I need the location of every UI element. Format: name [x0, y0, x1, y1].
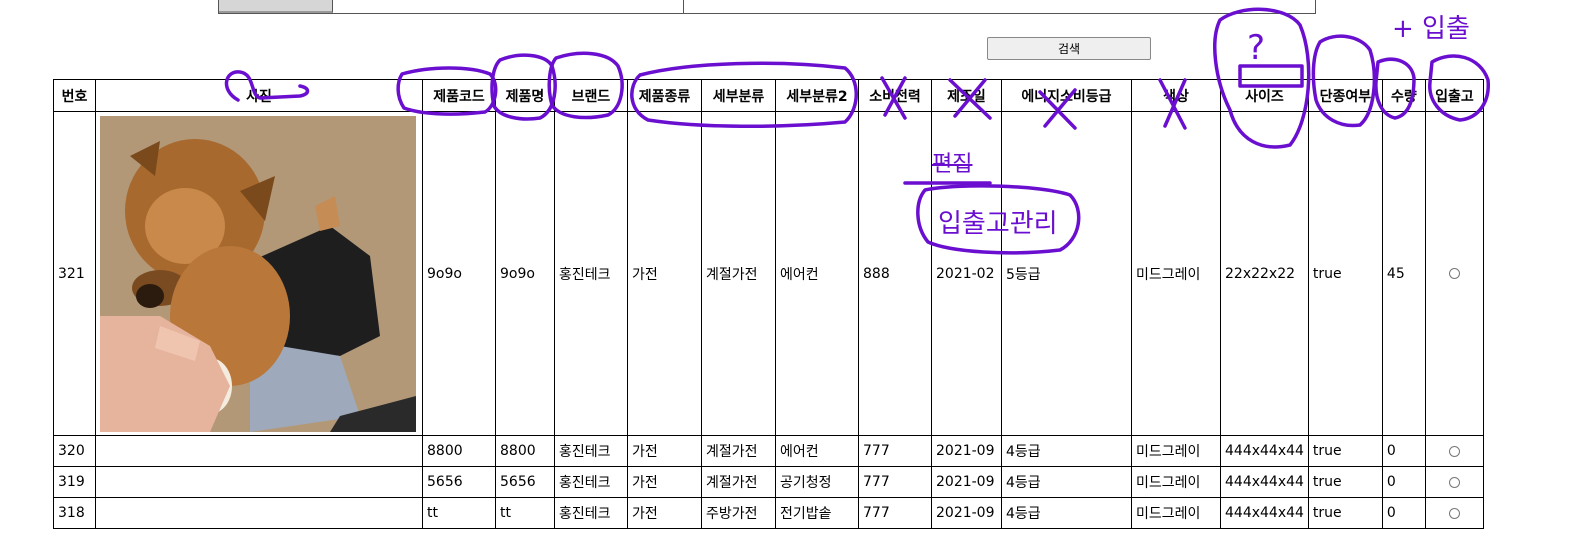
filter-dropdown[interactable] — [219, 0, 333, 13]
in-out-radio[interactable] — [1448, 476, 1460, 488]
cell-size: 444x44x44 — [1220, 435, 1309, 467]
cell-no: 319 — [53, 466, 96, 498]
cell-size: 444x44x44 — [1220, 497, 1309, 529]
cell-discontinued: true — [1307, 497, 1383, 529]
annotation-note-struck: 편집 — [932, 152, 973, 177]
cell-color: 미드그레이 — [1131, 466, 1221, 498]
in-out-radio[interactable] — [1448, 507, 1460, 519]
header-size: 사이즈 — [1220, 79, 1309, 112]
in-out-radio[interactable] — [1448, 268, 1460, 279]
cell-photo — [95, 435, 423, 467]
search-button[interactable]: 검색 — [987, 37, 1151, 60]
cell-manufacture-date: 2021-09 — [931, 466, 1002, 498]
cell-power: 777 — [858, 466, 932, 498]
cell-product-type: 가전 — [627, 111, 702, 436]
cell-quantity: 0 — [1381, 497, 1426, 529]
filter-input[interactable] — [333, 0, 684, 13]
cell-subcategory: 주방가전 — [701, 497, 776, 529]
cell-product-type: 가전 — [627, 497, 702, 529]
cell-product-code: 8800 — [422, 435, 496, 467]
cell-subcategory-2: 전기밥솥 — [775, 497, 859, 529]
header-power: 소비전력 — [858, 79, 932, 112]
table-row: 321 9o9o 9o9o 홍진테크 가전 계절가전 에어컨 888 2021-… — [53, 111, 1484, 436]
cell-product-code: tt — [422, 497, 496, 529]
cell-size: 444x44x44 — [1220, 466, 1309, 498]
cell-power: 777 — [858, 497, 932, 529]
cell-color: 미드그레이 — [1131, 111, 1221, 436]
cell-brand: 홍진테크 — [554, 466, 628, 498]
header-brand: 브랜드 — [554, 79, 628, 112]
cell-product-type: 가전 — [627, 466, 702, 498]
in-out-radio[interactable] — [1448, 445, 1460, 457]
cell-subcategory-2: 에어컨 — [775, 435, 859, 467]
cell-photo — [95, 466, 423, 498]
cell-no: 318 — [53, 497, 96, 529]
cell-product-name: 9o9o — [495, 111, 555, 436]
cell-discontinued: true — [1307, 111, 1383, 436]
cell-in-out — [1424, 435, 1484, 467]
annotation-plus-note: + 입출 — [1392, 14, 1470, 44]
cell-no: 321 — [53, 111, 96, 436]
cell-power: 777 — [858, 435, 932, 467]
cell-no: 320 — [53, 435, 96, 467]
cell-energy-grade: 4등급 — [1001, 435, 1132, 467]
header-row: 번호 사진 제품코드 제품명 브랜드 제품종류 세부분류 세부분류2 소비전력 … — [53, 79, 1484, 112]
header-color: 색상 — [1131, 79, 1221, 112]
header-product-type: 제품종류 — [627, 79, 702, 112]
cell-discontinued: true — [1307, 435, 1383, 467]
header-product-name: 제품명 — [495, 79, 555, 112]
cell-brand: 홍진테크 — [554, 435, 628, 467]
table-row: 319 5656 5656 홍진테크 가전 계절가전 공기청정 777 2021… — [53, 466, 1484, 498]
cell-quantity: 0 — [1381, 435, 1426, 467]
product-table: 번호 사진 제품코드 제품명 브랜드 제품종류 세부분류 세부분류2 소비전력 … — [53, 79, 1484, 529]
cell-size: 22x22x22 — [1220, 111, 1309, 436]
cell-product-name: 5656 — [495, 466, 555, 498]
header-manufacture-date: 제조일 — [931, 79, 1002, 112]
cell-photo — [95, 111, 423, 436]
header-quantity: 수량 — [1381, 79, 1426, 112]
header-photo: 사진 — [95, 79, 423, 112]
cell-product-name: tt — [495, 497, 555, 529]
header-product-code: 제품코드 — [422, 79, 496, 112]
header-subcategory: 세부분류 — [701, 79, 776, 112]
cell-color: 미드그레이 — [1131, 497, 1221, 529]
header-energy-grade: 에너지소비등급 — [1001, 79, 1132, 112]
cell-subcategory-2: 공기청정 — [775, 466, 859, 498]
cell-manufacture-date: 2021-09 — [931, 497, 1002, 529]
cell-product-name: 8800 — [495, 435, 555, 467]
cell-manufacture-date: 2021-09 — [931, 435, 1002, 467]
annotation-manage-note: 입출고관리 — [938, 209, 1058, 239]
cell-energy-grade: 4등급 — [1001, 497, 1132, 529]
cell-brand: 홍진테크 — [554, 111, 628, 436]
cell-subcategory: 계절가전 — [701, 111, 776, 436]
cell-product-type: 가전 — [627, 435, 702, 467]
cell-color: 미드그레이 — [1131, 435, 1221, 467]
table-row: 318 tt tt 홍진테크 가전 주방가전 전기밥솥 777 2021-09 … — [53, 497, 1484, 529]
cell-in-out — [1424, 497, 1484, 529]
cell-subcategory: 계절가전 — [701, 435, 776, 467]
cell-energy-grade: 5등급 — [1001, 111, 1132, 436]
cell-energy-grade: 4등급 — [1001, 466, 1132, 498]
cell-power: 888 — [858, 111, 932, 436]
cell-in-out — [1424, 466, 1484, 498]
cell-subcategory-2: 에어컨 — [775, 111, 859, 436]
cell-in-out — [1424, 111, 1484, 436]
cell-quantity: 45 — [1381, 111, 1426, 436]
header-no: 번호 — [53, 79, 96, 112]
cell-subcategory: 계절가전 — [701, 466, 776, 498]
header-discontinued: 단종여부 — [1307, 79, 1383, 112]
top-filter-bar — [218, 0, 1316, 14]
product-photo — [100, 115, 416, 432]
cell-photo — [95, 497, 423, 529]
header-in-out: 입출고 — [1424, 79, 1484, 112]
cell-product-code: 9o9o — [422, 111, 496, 436]
cell-brand: 홍진테크 — [554, 497, 628, 529]
header-subcategory-2: 세부분류2 — [775, 79, 859, 112]
cell-discontinued: true — [1307, 466, 1383, 498]
cell-quantity: 0 — [1381, 466, 1426, 498]
annotation-question-mark: ? — [1247, 28, 1266, 68]
cell-product-code: 5656 — [422, 466, 496, 498]
table-row: 320 8800 8800 홍진테크 가전 계절가전 에어컨 777 2021-… — [53, 435, 1484, 467]
